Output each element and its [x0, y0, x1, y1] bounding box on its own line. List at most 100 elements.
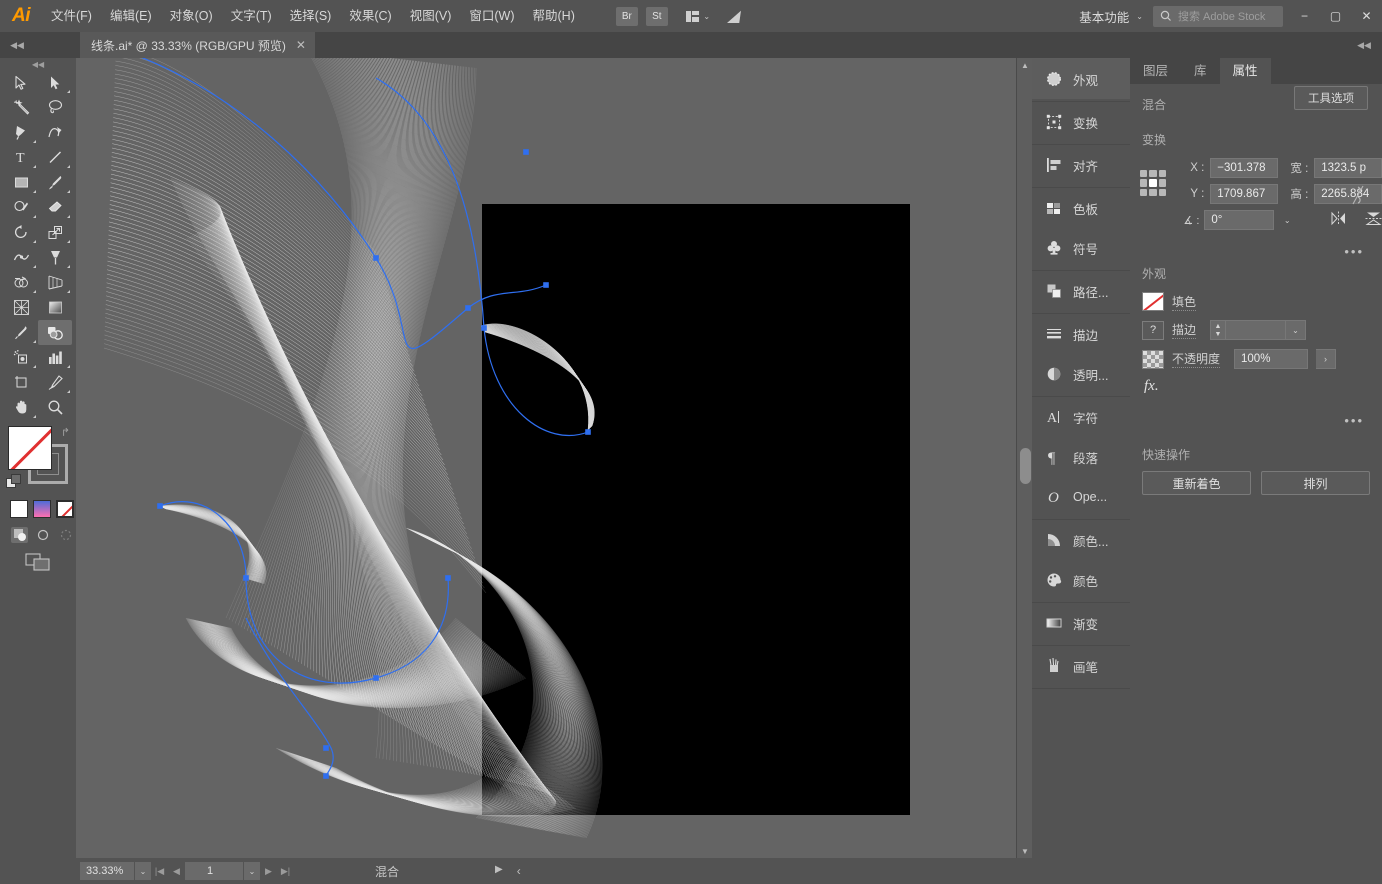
canvas-viewport[interactable]	[76, 58, 1032, 858]
canvas-area[interactable]	[76, 58, 1032, 858]
unlink-icon[interactable]	[1350, 184, 1366, 209]
dock-item-gradient[interactable]: 渐变	[1032, 603, 1130, 643]
collapse-panel-left-icon[interactable]: ◀◀	[6, 32, 28, 58]
artboard-dropdown-icon[interactable]: ⌄	[244, 862, 260, 880]
angle-dropdown-icon[interactable]: ⌄	[1279, 216, 1295, 225]
x-input[interactable]: −301.378	[1210, 158, 1278, 178]
height-input[interactable]: 2265.884	[1314, 184, 1382, 204]
line-segment-tool[interactable]	[38, 145, 72, 170]
path-anchor-point[interactable]	[323, 745, 329, 751]
zoom-tool[interactable]	[38, 395, 72, 420]
width-tool[interactable]	[4, 245, 38, 270]
next-artboard-button[interactable]: ▶	[260, 862, 277, 880]
color-mode-gradient[interactable]	[33, 500, 51, 518]
blend-tool[interactable]	[38, 320, 72, 345]
shape-builder-tool[interactable]	[4, 270, 38, 295]
path-anchor-point[interactable]	[243, 575, 249, 581]
path-anchor-point[interactable]	[445, 575, 451, 581]
dock-item-pathfinder[interactable]: 路径...	[1032, 271, 1130, 311]
close-icon[interactable]: ✕	[296, 39, 306, 51]
appearance-more-options[interactable]: •••	[1130, 413, 1382, 428]
stroke-swatch-button[interactable]: ?	[1142, 320, 1164, 340]
selection-tool[interactable]	[4, 70, 38, 95]
angle-input[interactable]: 0°	[1204, 210, 1275, 230]
vertical-scroll-thumb[interactable]	[1020, 448, 1031, 484]
menu-help[interactable]: 帮助(H)	[524, 0, 584, 32]
stroke-weight-input[interactable]	[1226, 320, 1287, 340]
path-anchor-point[interactable]	[323, 773, 329, 779]
path-anchor-point[interactable]	[157, 503, 163, 509]
path-anchor-point[interactable]	[523, 149, 529, 155]
dock-item-symbols[interactable]: 符号	[1032, 228, 1130, 268]
hand-tool[interactable]	[4, 395, 38, 420]
collapse-panel-right-icon[interactable]: ◀◀	[1354, 32, 1374, 58]
type-tool[interactable]: T	[4, 145, 38, 170]
paintbrush-tool[interactable]	[38, 170, 72, 195]
mesh-tool[interactable]	[4, 295, 38, 320]
stock-search-input[interactable]: 搜索 Adobe Stock	[1153, 5, 1283, 27]
direct-selection-tool[interactable]	[38, 70, 72, 95]
menu-select[interactable]: 选择(S)	[281, 0, 341, 32]
blend-artwork[interactable]	[76, 58, 1032, 858]
transform-more-options[interactable]: •••	[1142, 244, 1382, 259]
scale-tool[interactable]	[38, 220, 72, 245]
arrange-button[interactable]: 排列	[1261, 471, 1370, 495]
toolbar-collapse-icon[interactable]: ◀◀	[0, 58, 76, 70]
dock-item-paragraph[interactable]: ¶ 段落	[1032, 437, 1130, 477]
path-anchor-point[interactable]	[481, 325, 487, 331]
swap-fill-stroke-icon[interactable]: ↱	[61, 426, 70, 439]
close-button[interactable]: ✕	[1351, 0, 1382, 32]
free-transform-tool[interactable]	[38, 245, 72, 270]
pen-tool[interactable]	[4, 120, 38, 145]
menu-window[interactable]: 窗口(W)	[460, 0, 523, 32]
flip-horizontal-icon[interactable]	[1330, 211, 1347, 229]
status-play-icon[interactable]: ▶	[495, 864, 503, 878]
fill-swatch[interactable]	[8, 426, 52, 470]
opacity-input[interactable]: 100%	[1234, 349, 1309, 369]
path-anchor-point[interactable]	[585, 429, 591, 435]
default-fill-stroke-button[interactable]	[6, 474, 21, 489]
rectangle-tool[interactable]	[4, 170, 38, 195]
draw-inside-mode[interactable]	[57, 527, 74, 543]
color-mode-white[interactable]	[10, 500, 28, 518]
previous-artboard-button[interactable]: ◀	[168, 862, 185, 880]
column-graph-tool[interactable]	[38, 345, 72, 370]
dock-item-transform[interactable]: 变换	[1032, 102, 1130, 142]
menu-effect[interactable]: 效果(C)	[340, 0, 400, 32]
dock-item-brushes[interactable]: 画笔	[1032, 646, 1130, 686]
path-anchor-point[interactable]	[543, 282, 549, 288]
stock-button[interactable]: St	[645, 6, 668, 26]
maximize-button[interactable]: ▢	[1320, 0, 1351, 32]
dock-item-swatches[interactable]: 色板	[1032, 188, 1130, 228]
tab-properties[interactable]: 属性	[1219, 58, 1271, 84]
lasso-tool[interactable]	[38, 95, 72, 120]
tool-options-button[interactable]: 工具选项	[1294, 86, 1368, 110]
minimize-button[interactable]: −	[1289, 0, 1320, 32]
eyedropper-tool[interactable]	[4, 320, 38, 345]
dock-item-align[interactable]: 对齐	[1032, 145, 1130, 185]
fill-swatch-button[interactable]	[1142, 292, 1164, 311]
menu-file[interactable]: 文件(F)	[42, 0, 101, 32]
document-tab[interactable]: 线条.ai* @ 33.33% (RGB/GPU 预览) ✕	[80, 32, 315, 58]
dock-item-opentype[interactable]: O Ope...	[1032, 477, 1130, 517]
blend-spine-path[interactable]	[116, 58, 547, 350]
bridge-button[interactable]: Br	[615, 6, 638, 26]
perspective-grid-tool[interactable]	[38, 270, 72, 295]
scroll-up-icon[interactable]: ▲	[1017, 58, 1033, 72]
fx-button[interactable]: fx.	[1144, 378, 1382, 395]
zoom-level-input[interactable]: 33.33%	[80, 862, 134, 880]
menu-type[interactable]: 文字(T)	[222, 0, 281, 32]
draw-behind-mode[interactable]	[34, 527, 51, 543]
magic-wand-tool[interactable]	[4, 95, 38, 120]
shaper-tool[interactable]	[4, 195, 38, 220]
dock-item-character[interactable]: A 字符	[1032, 397, 1130, 437]
y-input[interactable]: 1709.867	[1210, 184, 1278, 204]
scroll-down-icon[interactable]: ▼	[1017, 844, 1033, 858]
opacity-expand-icon[interactable]: ›	[1316, 349, 1337, 369]
color-mode-none[interactable]	[56, 500, 74, 518]
status-back-icon[interactable]: ‹	[517, 864, 521, 878]
eraser-tool[interactable]	[38, 195, 72, 220]
menu-view[interactable]: 视图(V)	[401, 0, 461, 32]
reference-point-selector[interactable]	[1140, 170, 1166, 196]
creative-cloud-icon[interactable]: ◢	[727, 6, 742, 26]
